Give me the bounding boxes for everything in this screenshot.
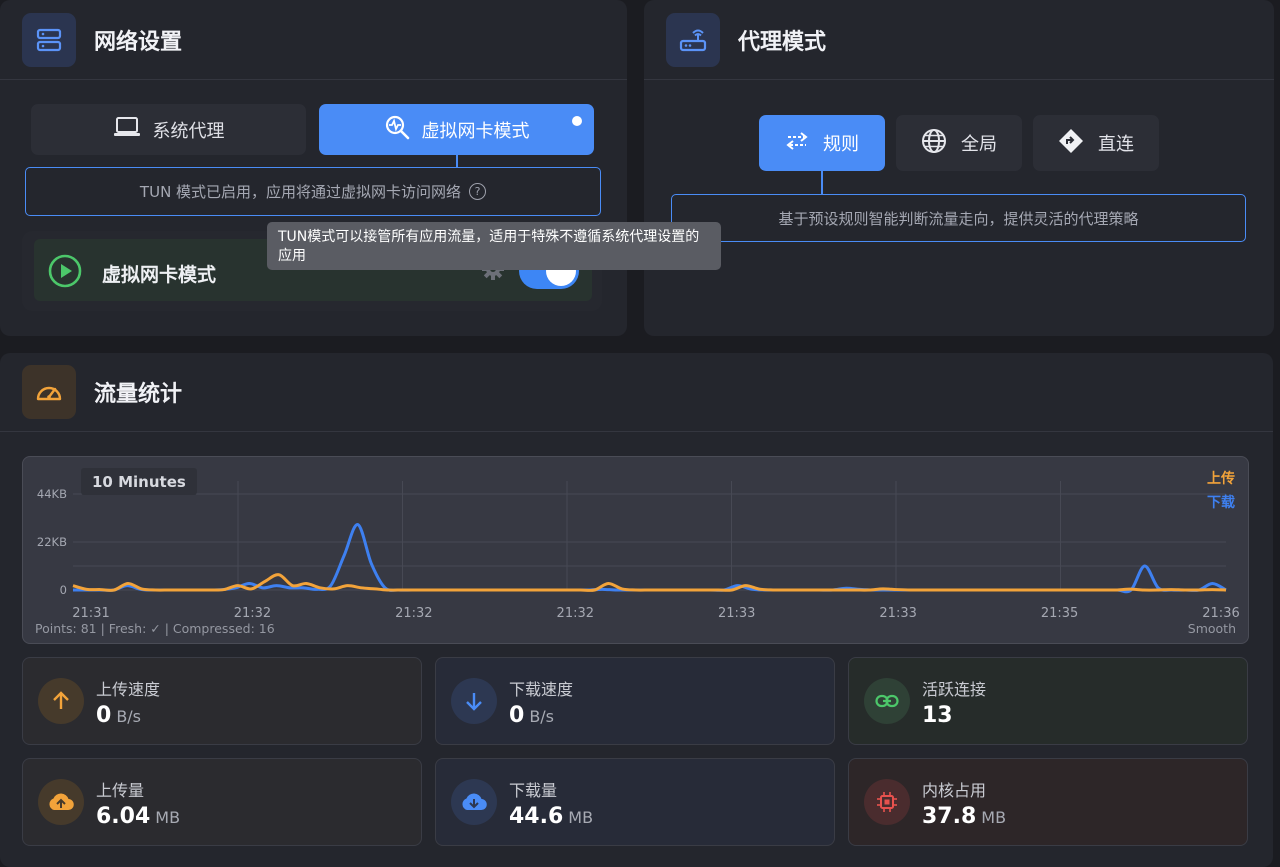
global-mode-label: 全局 — [961, 134, 997, 155]
traffic-chart: 44KB 22KB 0 21:31 21:32 21:32 21:32 21:33 21:33 2… — [22, 456, 1249, 644]
direction-sign-icon — [1058, 128, 1084, 159]
upload-speed-value: 0 B/s — [96, 703, 141, 728]
network-settings-header: 网络设置 — [0, 0, 627, 80]
download-total-value: 44.6 MB — [509, 804, 593, 829]
x-tick-label: 21:36 — [1202, 606, 1239, 621]
system-proxy-button[interactable]: 系统代理 — [31, 104, 306, 155]
network-scan-icon — [384, 114, 410, 145]
tun-info-box: TUN 模式已启用，应用将通过虚拟网卡访问网络 ? — [25, 167, 601, 216]
upload-speed-unit: B/s — [116, 707, 142, 726]
y-tick-label: 44KB — [37, 487, 67, 501]
connector-line — [821, 171, 823, 194]
core-memory-value: 37.8 MB — [922, 804, 1006, 829]
x-tick-label: 21:33 — [718, 606, 755, 621]
traffic-chart-svg: 44KB 22KB 0 21:31 21:32 21:32 21:32 21:33 21:33 2… — [37, 481, 1240, 621]
proxy-info-box: 基于预设规则智能判断流量走向，提供灵活的代理策略 — [671, 194, 1246, 242]
direct-mode-button[interactable]: 直连 — [1033, 115, 1159, 171]
cloud-upload-icon — [38, 779, 84, 825]
tun-row-label: 虚拟网卡模式 — [102, 264, 217, 286]
x-tick-label: 21:31 — [72, 606, 109, 621]
x-tick-label: 21:35 — [1041, 606, 1078, 621]
traffic-stats-header: 流量统计 — [0, 353, 1273, 432]
x-tick-label: 21:33 — [879, 606, 916, 621]
tun-tooltip: TUN模式可以接管所有应用流量，适用于特殊不遵循系统代理设置的应用 — [267, 222, 721, 270]
proxy-mode-card: 代理模式 规则 全局 直连 基于预设规则智能判断流量走向，提供灵活的代理策略 — [644, 0, 1274, 336]
proxy-info-text: 基于预设规则智能判断流量走向，提供灵活的代理策略 — [778, 209, 1139, 228]
network-settings-title: 网络设置 — [94, 29, 183, 55]
help-icon[interactable]: ? — [469, 183, 487, 200]
proxy-mode-title: 代理模式 — [738, 29, 827, 55]
active-connections-value: 13 — [922, 703, 953, 728]
core-memory-unit: MB — [981, 808, 1007, 827]
tun-info-text: TUN 模式已启用，应用将通过虚拟网卡访问网络 — [139, 183, 462, 201]
server-icon — [22, 12, 76, 67]
direct-mode-label: 直连 — [1098, 134, 1134, 155]
download-total-unit: MB — [568, 808, 594, 827]
cloud-download-icon — [451, 779, 497, 825]
core-memory-label: 内核占用 — [922, 781, 987, 800]
system-proxy-label: 系统代理 — [152, 120, 225, 142]
legend-download[interactable]: 下载 — [1207, 492, 1235, 512]
arrow-down-icon — [451, 678, 497, 724]
active-indicator-dot — [572, 116, 582, 126]
laptop-icon — [113, 116, 141, 143]
download-total-number: 44.6 — [509, 804, 564, 829]
upload-total-value: 6.04 MB — [96, 804, 180, 829]
x-tick-label: 21:32 — [234, 606, 271, 621]
link-icon — [864, 678, 910, 724]
download-speed-unit: B/s — [529, 707, 555, 726]
download-speed-card: 下载速度 0 B/s — [435, 657, 835, 745]
swap-arrows-icon — [785, 130, 809, 157]
x-tick-label: 21:32 — [557, 606, 594, 621]
proxy-mode-header: 代理模式 — [644, 0, 1274, 80]
play-icon — [48, 254, 82, 292]
rule-mode-button[interactable]: 规则 — [759, 115, 885, 171]
upload-total-card: 上传量 6.04 MB — [22, 758, 422, 846]
download-series-line — [73, 523, 1227, 594]
tun-mode-button[interactable]: 虚拟网卡模式 — [319, 104, 594, 155]
upload-speed-card: 上传速度 0 B/s — [22, 657, 422, 745]
download-total-card: 下载量 44.6 MB — [435, 758, 835, 846]
core-memory-card: 内核占用 37.8 MB — [848, 758, 1248, 846]
legend-upload[interactable]: 上传 — [1207, 468, 1235, 488]
upload-total-label: 上传量 — [96, 781, 145, 800]
y-tick-label: 22KB — [37, 535, 67, 549]
upload-total-number: 6.04 — [96, 804, 151, 829]
download-total-label: 下载量 — [509, 781, 558, 800]
tun-mode-label: 虚拟网卡模式 — [421, 120, 530, 142]
traffic-stats-title: 流量统计 — [94, 382, 183, 407]
time-range-badge[interactable]: 10 Minutes — [81, 468, 197, 495]
arrow-up-icon — [38, 678, 84, 724]
cpu-chip-icon — [864, 779, 910, 825]
network-settings-card: 网络设置 系统代理 虚拟网卡模式 TUN 模式已启用，应用将通过虚拟网卡访问网络… — [0, 0, 627, 336]
rule-mode-label: 规则 — [823, 134, 859, 155]
download-speed-value: 0 B/s — [509, 703, 554, 728]
active-connections-label: 活跃连接 — [922, 680, 987, 699]
y-tick-label: 0 — [60, 583, 67, 597]
global-mode-button[interactable]: 全局 — [896, 115, 1022, 171]
upload-speed-label: 上传速度 — [96, 680, 161, 699]
core-memory-number: 37.8 — [922, 804, 977, 829]
speedometer-icon — [22, 365, 76, 419]
active-connections-card: 活跃连接 13 — [848, 657, 1248, 745]
connector-line — [456, 155, 458, 167]
chart-footer-mode: Smooth — [1187, 621, 1236, 636]
upload-speed-number: 0 — [96, 703, 112, 728]
x-tick-label: 21:32 — [395, 606, 432, 621]
chart-footer-stats: Points: 81 | Fresh: ✓ | Compressed: 16 — [35, 621, 275, 636]
globe-icon — [921, 128, 947, 159]
router-icon — [666, 12, 720, 67]
upload-total-unit: MB — [155, 808, 181, 827]
download-speed-label: 下载速度 — [509, 680, 574, 699]
download-speed-number: 0 — [509, 703, 525, 728]
